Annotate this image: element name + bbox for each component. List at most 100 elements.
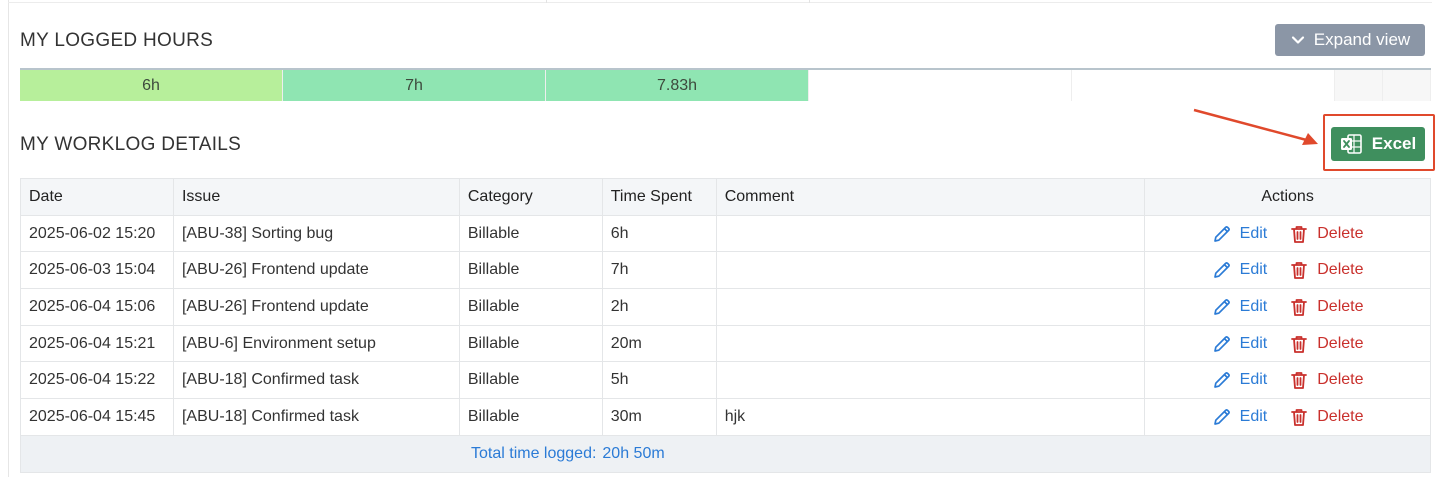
- cell-comment: [715, 324, 1146, 363]
- cell-category: Billable: [458, 251, 603, 290]
- hours-cell: 7.83h: [546, 70, 809, 101]
- cell-issue: [ABU-18] Confirmed task: [172, 398, 460, 436]
- hours-cell: 7h: [283, 70, 546, 101]
- hours-cell: [1335, 70, 1383, 101]
- total-value: 20h 50m: [602, 444, 665, 462]
- delete-button[interactable]: Delete: [1289, 334, 1363, 354]
- pencil-icon: [1213, 409, 1230, 425]
- pencil-icon: [1213, 335, 1230, 352]
- delete-button[interactable]: Delete: [1289, 407, 1363, 427]
- edit-label: Edit: [1239, 261, 1268, 279]
- total-time-text: Total time logged: 20h 50m: [29, 445, 1422, 463]
- column-header-comment[interactable]: Comment: [715, 178, 1146, 216]
- cell-time-spent: 2h: [601, 288, 717, 326]
- hours-cell: [1072, 70, 1335, 101]
- cell-actions: Edit Delete: [1144, 361, 1431, 400]
- hours-cell: [809, 70, 1072, 101]
- delete-label: Delete: [1317, 334, 1364, 352]
- delete-button[interactable]: Delete: [1289, 370, 1363, 390]
- pencil-icon: [1213, 372, 1230, 389]
- total-row: Total time logged: 20h 50m: [20, 434, 1431, 473]
- table-row: 2025-06-04 15:22 [ABU-18] Confirmed task B…: [20, 361, 1431, 400]
- cell-category: Billable: [458, 324, 603, 363]
- cell-date: 2025-06-03 15:04: [20, 251, 174, 290]
- edit-label: Edit: [1239, 334, 1268, 352]
- table-header-row: Date Issue Category Time Spent Comment A…: [20, 178, 1431, 216]
- edit-button[interactable]: Edit: [1212, 297, 1268, 317]
- column-header-issue[interactable]: Issue: [172, 178, 460, 216]
- table-row: 2025-06-04 15:45 [ABU-18] Confirmed task B…: [20, 398, 1431, 436]
- cell-actions: Edit Delete: [1144, 324, 1431, 363]
- cell-comment: [715, 251, 1146, 290]
- cell-date: 2025-06-04 15:21: [20, 324, 174, 363]
- edit-label: Edit: [1239, 407, 1268, 425]
- trash-icon: [1291, 299, 1308, 316]
- column-header-actions: Actions: [1144, 178, 1431, 216]
- delete-label: Delete: [1317, 297, 1364, 315]
- trash-icon: [1291, 335, 1308, 353]
- top-divider: [8, 2, 1432, 3]
- cell-time-spent: 5h: [601, 361, 717, 400]
- edit-button[interactable]: Edit: [1212, 334, 1268, 354]
- cell-time-spent: 20m: [601, 324, 717, 363]
- delete-button[interactable]: Delete: [1289, 260, 1363, 280]
- chevron-down-icon: [1291, 36, 1304, 44]
- cell-comment: hjk: [715, 398, 1146, 436]
- table-row: 2025-06-02 15:20 [ABU-38] Sorting bug Bill…: [20, 214, 1431, 253]
- cell-time-spent: 6h: [601, 214, 717, 253]
- cell-issue: [ABU-6] Environment setup: [172, 324, 460, 363]
- worklog-table-body: 2025-06-02 15:20 [ABU-38] Sorting bug Bill…: [20, 214, 1431, 436]
- column-header-date[interactable]: Date: [20, 178, 174, 216]
- trash-icon: [1291, 409, 1308, 426]
- cell-category: Billable: [458, 398, 603, 436]
- top-tick: [546, 0, 547, 3]
- trash-icon: [1291, 262, 1308, 280]
- logged-hours-bar: 6h 7h 7.83h: [20, 68, 1431, 101]
- cell-category: Billable: [458, 361, 603, 400]
- cell-category: Billable: [458, 288, 603, 326]
- worklog-details-title: MY WORKLOG DETAILS: [20, 134, 242, 155]
- column-header-category[interactable]: Category: [458, 178, 603, 216]
- trash-icon: [1291, 372, 1308, 390]
- cell-issue: [ABU-26] Frontend update: [172, 251, 460, 290]
- table-row: 2025-06-04 15:21 [ABU-6] Environment setu…: [20, 324, 1431, 363]
- edit-button[interactable]: Edit: [1212, 407, 1268, 427]
- edit-label: Edit: [1239, 224, 1268, 242]
- cell-actions: Edit Delete: [1144, 214, 1431, 253]
- cell-comment: [715, 361, 1146, 400]
- hours-cell: 6h: [20, 70, 283, 101]
- cell-actions: Edit Delete: [1144, 288, 1431, 326]
- cell-date: 2025-06-02 15:20: [20, 214, 174, 253]
- edit-button[interactable]: Edit: [1212, 370, 1267, 390]
- cell-date: 2025-06-04 15:45: [20, 398, 174, 436]
- cell-comment: [715, 288, 1146, 326]
- excel-export-button[interactable]: Excel: [1331, 127, 1425, 161]
- delete-label: Delete: [1317, 224, 1364, 242]
- total-cell: Total time logged: 20h 50m: [20, 434, 1431, 473]
- hours-cell: [1383, 70, 1431, 101]
- logged-hours-title: MY LOGGED HOURS: [20, 30, 214, 51]
- total-label: Total time logged:: [471, 444, 597, 462]
- edit-label: Edit: [1239, 297, 1268, 315]
- edit-button[interactable]: Edit: [1212, 224, 1268, 244]
- worklog-table: Date Issue Category Time Spent Comment A…: [20, 178, 1431, 473]
- cell-date: 2025-06-04 15:06: [20, 288, 174, 326]
- cell-date: 2025-06-04 15:22: [20, 361, 174, 400]
- cell-actions: Edit Delete: [1144, 398, 1431, 436]
- delete-button[interactable]: Delete: [1289, 224, 1363, 244]
- worklog-page: MY LOGGED HOURS Expand view 6h 7h 7.83h MY…: [0, 0, 1440, 477]
- cell-time-spent: 30m: [601, 398, 717, 436]
- left-divider: [8, 0, 9, 477]
- cell-issue: [ABU-38] Sorting bug: [172, 214, 460, 253]
- cell-time-spent: 7h: [601, 251, 717, 290]
- delete-button[interactable]: Delete: [1289, 297, 1363, 317]
- excel-icon: [1340, 134, 1362, 154]
- delete-label: Delete: [1317, 261, 1364, 279]
- excel-label: Excel: [1371, 134, 1417, 153]
- table-row: 2025-06-04 15:06 [ABU-26] Frontend update…: [20, 288, 1431, 326]
- top-tick: [809, 0, 810, 3]
- cell-category: Billable: [458, 214, 603, 253]
- column-header-time-spent[interactable]: Time Spent: [601, 178, 717, 216]
- edit-button[interactable]: Edit: [1212, 260, 1268, 280]
- expand-view-button[interactable]: Expand view: [1275, 24, 1425, 56]
